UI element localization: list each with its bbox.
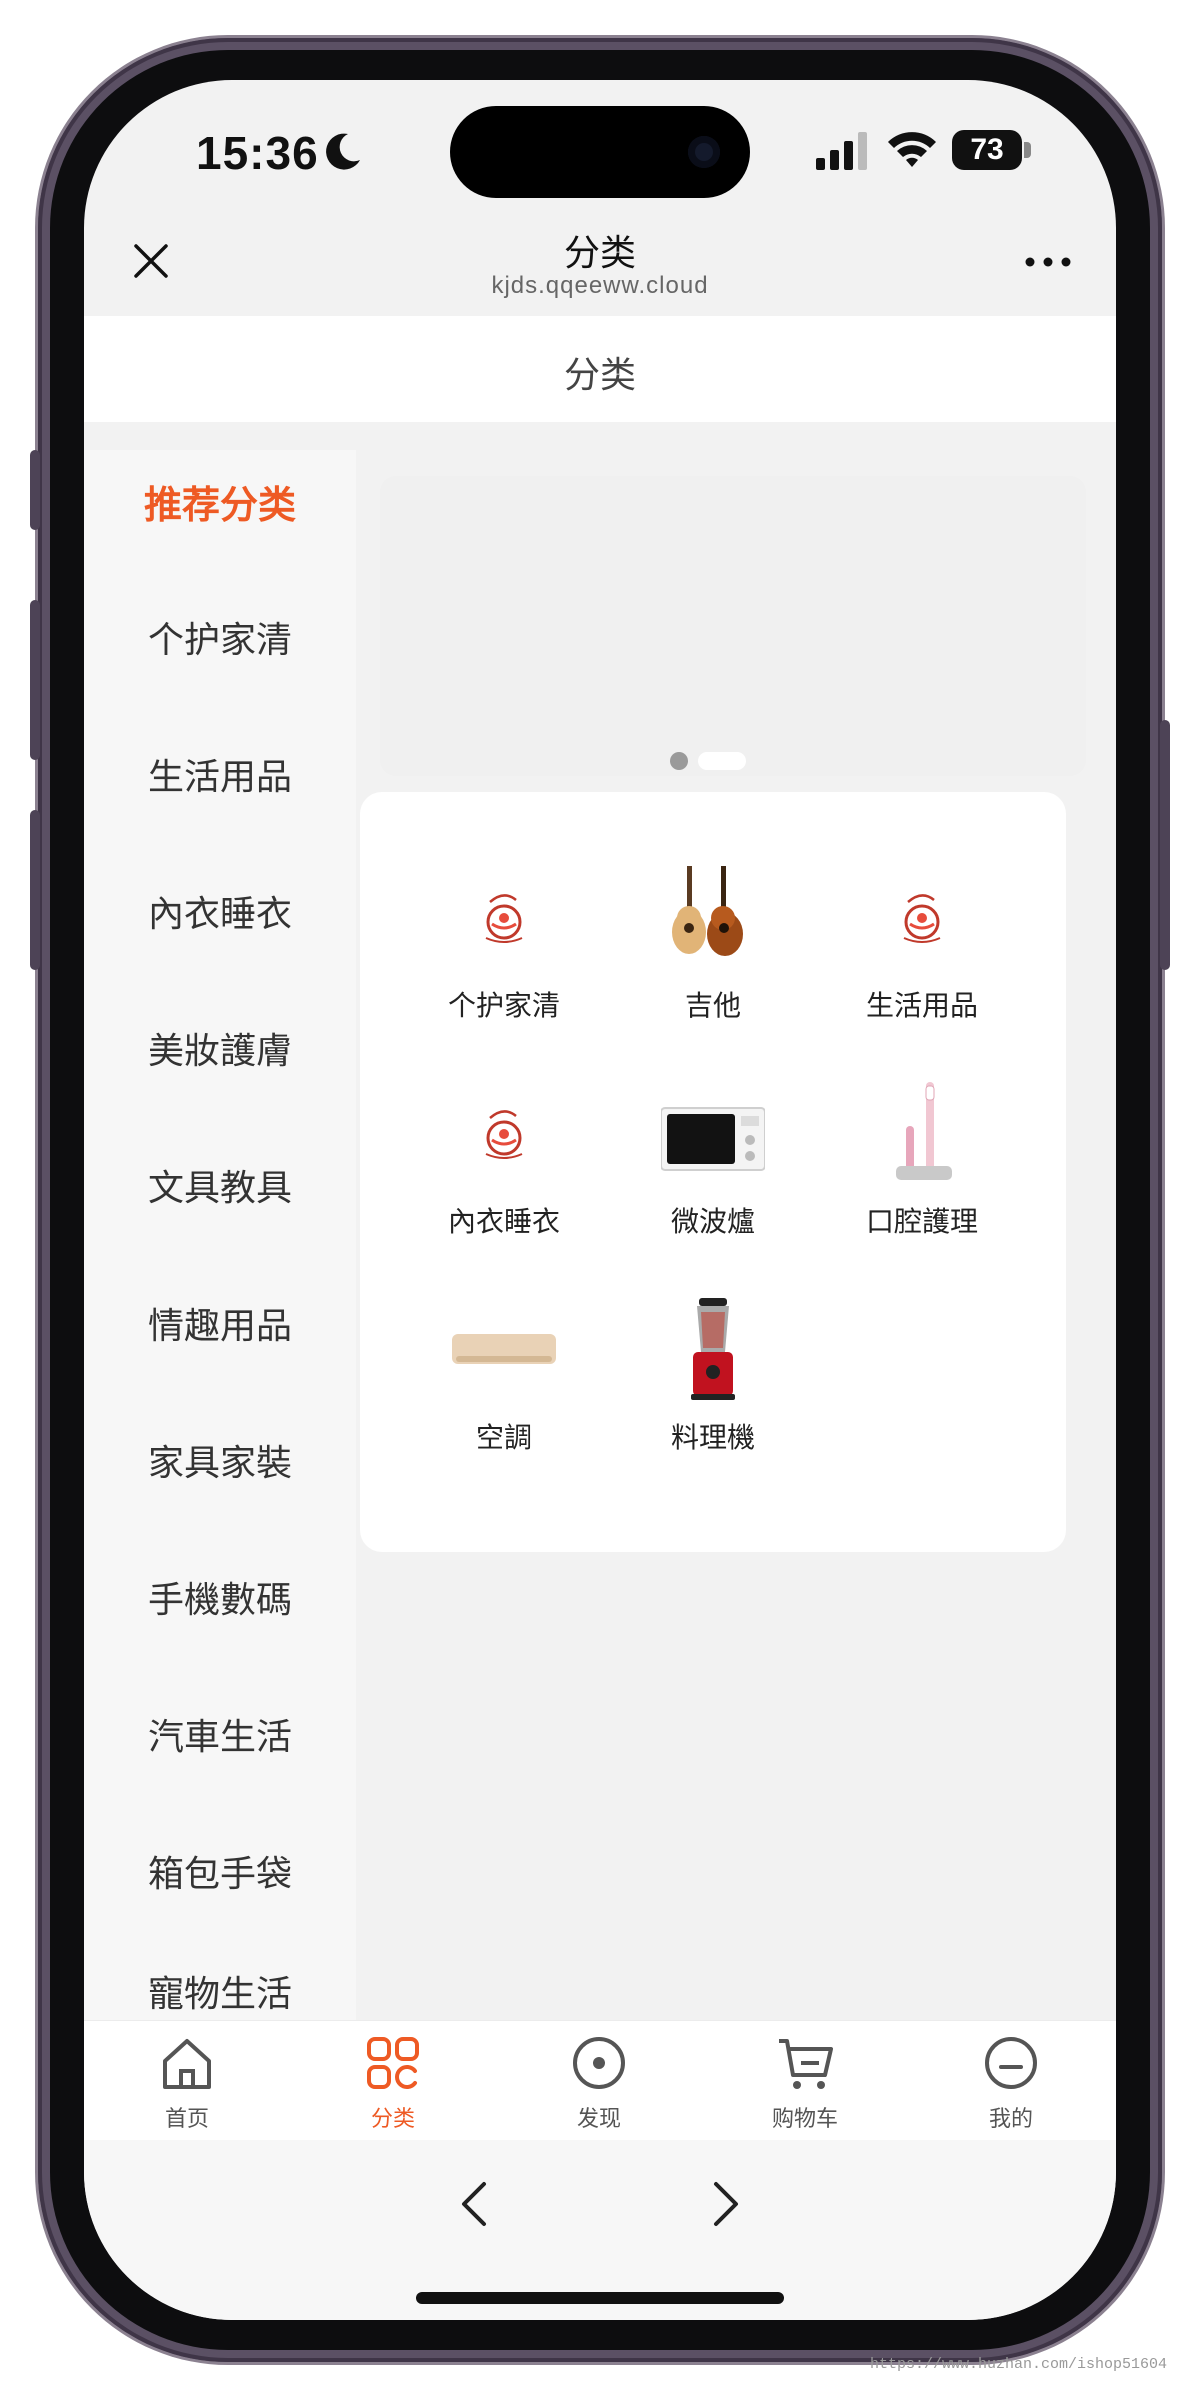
wifi-icon xyxy=(888,132,936,167)
tab-profile[interactable]: 我的 xyxy=(908,2021,1114,2141)
grid-item-microwave[interactable]: 微波爐 xyxy=(609,1068,817,1268)
tab-home[interactable]: 首页 xyxy=(84,2021,290,2141)
logo-icon xyxy=(903,894,941,943)
carousel-dot-active xyxy=(698,752,746,770)
tab-cart[interactable]: 购物车 xyxy=(702,2021,908,2141)
grid-item-label: 吉他 xyxy=(684,989,741,1022)
air-conditioner-icon xyxy=(452,1334,556,1364)
blender-icon xyxy=(691,1298,735,1400)
status-time: 15:36 xyxy=(196,127,319,179)
sidebar-item-pets[interactable]: 寵物生活 xyxy=(84,1940,356,2030)
sidebar-item-adult[interactable]: 情趣用品 xyxy=(84,1272,356,1382)
grid-item-personal-care[interactable]: 个护家清 xyxy=(400,852,608,1052)
tab-label: 首页 xyxy=(164,2107,209,2132)
page-title: 分类 xyxy=(563,355,636,396)
grid-item-daily-goods[interactable]: 生活用品 xyxy=(818,852,1026,1052)
grid-item-guitar[interactable]: 吉他 xyxy=(609,852,817,1052)
volume-down-button xyxy=(30,810,40,970)
grid-item-blender[interactable]: 料理機 xyxy=(609,1284,817,1484)
action-button xyxy=(30,450,40,530)
sidebar-item-beauty[interactable]: 美妝護膚 xyxy=(84,997,356,1107)
banner-carousel[interactable] xyxy=(380,476,1086,776)
battery-level: 73 xyxy=(970,133,1004,166)
microwave-icon xyxy=(661,1107,765,1171)
grid-item-label: 口腔護理 xyxy=(865,1205,978,1238)
sidebar-item-daily-goods[interactable]: 生活用品 xyxy=(84,723,356,833)
logo-icon xyxy=(485,894,523,943)
tab-category[interactable]: 分类 xyxy=(290,2021,496,2141)
grid-item-air-conditioner[interactable]: 空調 xyxy=(400,1284,608,1484)
forward-icon[interactable] xyxy=(706,2180,746,2228)
browser-url: kjds.qqeeww.cloud xyxy=(491,272,709,299)
tab-label: 我的 xyxy=(988,2107,1033,2132)
carousel-dot-inactive xyxy=(670,752,688,770)
sidebar-item-bags[interactable]: 箱包手袋 xyxy=(84,1820,356,1930)
watermark: https://www.huzhan.com/ishop51604 xyxy=(870,2356,1168,2373)
sidebar-item-personal-care[interactable]: 个护家清 xyxy=(84,586,356,696)
sidebar-item-stationery[interactable]: 文具教具 xyxy=(84,1134,356,1244)
grid-item-label: 內衣睡衣 xyxy=(447,1205,560,1238)
volume-up-button xyxy=(30,600,40,760)
battery-tip xyxy=(1024,142,1031,158)
grid-item-label: 生活用品 xyxy=(865,989,978,1022)
more-options-icon[interactable] xyxy=(1022,250,1074,274)
category-grid: 个护家清 吉他 生活用品 內衣睡衣 微波爐 口腔護理 空調 料理機 xyxy=(360,792,1066,1552)
dynamic-island xyxy=(450,106,750,198)
cellular-signal-icon xyxy=(816,132,867,170)
toothbrush-icon xyxy=(896,1082,952,1180)
sidebar-item-furniture[interactable]: 家具家裝 xyxy=(84,1409,356,1519)
sidebar-item-digital[interactable]: 手機數碼 xyxy=(84,1546,356,1656)
bottom-tab-bar: 首页 分类 发现 购物车 我的 xyxy=(84,2020,1116,2140)
power-button xyxy=(1160,720,1170,970)
battery-icon: 73 xyxy=(952,130,1032,170)
browser-title: 分类 xyxy=(563,233,636,274)
back-icon[interactable] xyxy=(454,2180,494,2228)
logo-icon xyxy=(485,1110,523,1159)
tab-label: 购物车 xyxy=(771,2107,838,2132)
guitar-icon xyxy=(672,866,743,956)
grid-item-label: 料理機 xyxy=(670,1421,755,1454)
sidebar-item-recommended[interactable]: 推荐分类 xyxy=(84,450,356,560)
cart-icon xyxy=(779,2039,833,2089)
sidebar-item-auto[interactable]: 汽車生活 xyxy=(84,1683,356,1793)
tab-label: 发现 xyxy=(576,2107,621,2132)
grid-item-label: 个护家清 xyxy=(447,989,560,1022)
grid-item-oral-care[interactable]: 口腔護理 xyxy=(818,1068,1026,1268)
category-sidebar[interactable]: 推荐分类 个护家清 生活用品 內衣睡衣 美妝護膚 文具教具 情趣用品 家具家裝 … xyxy=(84,450,356,2030)
tab-discover[interactable]: 发现 xyxy=(496,2021,702,2141)
tab-label: 分类 xyxy=(370,2107,415,2132)
front-camera-icon xyxy=(688,136,720,168)
sidebar-item-underwear[interactable]: 內衣睡衣 xyxy=(84,860,356,970)
phone-screen: 15:36 73 分类 kjds.qqeeww.cloud 分类 推荐分类 个护… xyxy=(84,80,1116,2320)
discover-icon xyxy=(573,2037,625,2089)
category-icon xyxy=(367,2037,419,2089)
grid-item-underwear[interactable]: 內衣睡衣 xyxy=(400,1068,608,1268)
moon-icon xyxy=(326,133,360,170)
grid-item-label: 空調 xyxy=(475,1421,532,1454)
profile-icon xyxy=(985,2037,1037,2089)
page-header: 分类 xyxy=(84,316,1116,422)
home-indicator[interactable] xyxy=(416,2292,784,2304)
grid-item-label: 微波爐 xyxy=(670,1205,755,1238)
home-icon xyxy=(163,2039,211,2089)
